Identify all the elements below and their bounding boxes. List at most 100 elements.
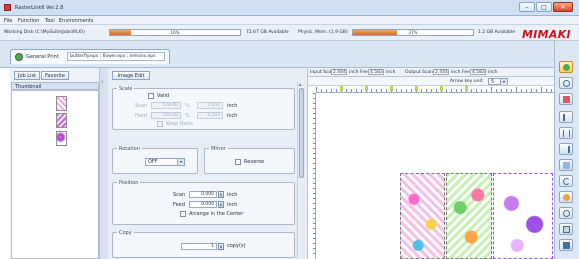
rotation-select[interactable]: OFF ▾ bbox=[145, 158, 185, 166]
ruler-tick bbox=[381, 89, 382, 92]
ruler-tick bbox=[446, 89, 447, 92]
keep-ratio-checkbox[interactable] bbox=[157, 121, 163, 127]
chevron-down-icon[interactable]: ▾ bbox=[500, 79, 507, 85]
align-center-button[interactable] bbox=[559, 127, 573, 139]
layout-tool-button[interactable] bbox=[559, 223, 573, 235]
valid-label: Valid bbox=[157, 93, 170, 99]
vertical-ruler bbox=[308, 93, 316, 259]
menu-function[interactable]: Function bbox=[18, 18, 39, 24]
status-bar: Working Disk (C:\MySuite\Jobs\RL6\) 16% … bbox=[0, 25, 579, 41]
copy-count-field[interactable]: 1 bbox=[181, 243, 217, 250]
image-tile-flower[interactable] bbox=[446, 173, 492, 259]
right-toolbar bbox=[554, 41, 579, 259]
output-feed-value: 4.583 bbox=[470, 69, 486, 75]
ruler-tick bbox=[516, 87, 517, 92]
target-tool-button[interactable] bbox=[559, 207, 573, 219]
select-tool-button[interactable] bbox=[559, 61, 573, 73]
window-title: RasterLink6 Ver.2.8 bbox=[15, 5, 64, 11]
ruler-tick bbox=[431, 89, 432, 92]
scale-scan-pct: % bbox=[185, 103, 190, 109]
chevron-right-icon[interactable]: › bbox=[101, 78, 104, 86]
rotate-button[interactable] bbox=[559, 175, 573, 187]
ruler-tick bbox=[541, 87, 542, 92]
ruler-marker bbox=[440, 86, 443, 91]
thumbnail-list[interactable] bbox=[11, 90, 99, 259]
settings-tool-button[interactable] bbox=[559, 239, 573, 251]
ruler-tick bbox=[321, 89, 322, 92]
ruler-tick bbox=[511, 89, 512, 92]
image-tile-lemons[interactable] bbox=[493, 173, 553, 259]
horizontal-ruler bbox=[316, 86, 554, 93]
align-right-button[interactable] bbox=[559, 143, 573, 155]
thumbnail-lemons[interactable] bbox=[56, 131, 67, 146]
menu-tool[interactable]: Tool bbox=[45, 18, 55, 24]
image-edit-panel: Image Edit Scale Valid Scan 100.00 % 2.4… bbox=[108, 68, 308, 259]
arrange-button[interactable] bbox=[559, 159, 573, 171]
chevron-down-icon[interactable]: ▾ bbox=[177, 159, 184, 165]
arrange-center-checkbox[interactable] bbox=[180, 211, 186, 217]
mirror-group: Mirror Reverse bbox=[204, 146, 295, 174]
panel-splitter[interactable]: › bbox=[100, 68, 108, 259]
close-button[interactable]: ✕ bbox=[553, 2, 573, 12]
thumbnail-flower[interactable] bbox=[56, 113, 67, 128]
ruler-marker bbox=[465, 86, 468, 91]
copy-count-stepper[interactable]: ⬍ bbox=[218, 243, 224, 250]
scale-feed-field[interactable]: 100.00 bbox=[151, 112, 181, 119]
minimize-icon: – bbox=[525, 4, 529, 11]
minimize-button[interactable]: – bbox=[519, 2, 535, 12]
position-scan-field[interactable]: 0.000 bbox=[189, 191, 217, 198]
image-edit-scrollbar[interactable]: ▴ bbox=[297, 82, 305, 259]
ruler-marker bbox=[415, 86, 418, 91]
menu-file[interactable]: File bbox=[4, 18, 12, 24]
scale-scan-field[interactable]: 100.00 bbox=[151, 102, 181, 109]
position-feed-label: Feed bbox=[173, 202, 185, 208]
tab-job-list[interactable]: Job List bbox=[14, 71, 40, 80]
output-scan-value: 2.444 bbox=[433, 69, 449, 75]
maximize-icon: □ bbox=[541, 4, 547, 11]
tab-general-print[interactable]: General Print butterfly.eps ; flower.eps… bbox=[10, 49, 170, 64]
rotation-value: OFF bbox=[148, 159, 158, 165]
scroll-thumb[interactable] bbox=[299, 88, 304, 178]
align-left-icon bbox=[563, 114, 570, 121]
scale-scan-label: Scan bbox=[135, 103, 148, 109]
valid-checkbox[interactable] bbox=[148, 93, 154, 99]
scale-feed-inch-field[interactable]: 4.583 bbox=[197, 112, 223, 119]
ruler-tick bbox=[486, 89, 487, 92]
color-tool-button[interactable] bbox=[559, 191, 573, 203]
fit-icon bbox=[563, 96, 570, 103]
copy-group: Copy 1 ⬍ copy(s) bbox=[112, 230, 295, 258]
tab-image-edit[interactable]: Image Edit bbox=[112, 71, 150, 80]
position-feed-stepper[interactable]: ⬍ bbox=[218, 201, 224, 208]
preview-area: Input Scan 2.444 inch Feed 4.583 inch Ou… bbox=[308, 68, 554, 259]
copy-caption: Copy bbox=[117, 230, 134, 236]
reverse-checkbox[interactable] bbox=[235, 159, 241, 165]
tab-favorite[interactable]: Favorite bbox=[41, 71, 69, 80]
ruler-tick bbox=[376, 89, 377, 92]
position-feed-unit: inch bbox=[227, 202, 238, 208]
zoom-tool-button[interactable] bbox=[559, 77, 573, 89]
layout-canvas[interactable] bbox=[316, 93, 554, 259]
align-left-button[interactable] bbox=[559, 111, 573, 123]
ruler-tick bbox=[496, 89, 497, 92]
menu-environments[interactable]: Environments bbox=[59, 18, 94, 24]
position-scan-stepper[interactable]: ⬍ bbox=[218, 191, 224, 198]
document-tab-strip: General Print butterfly.eps ; flower.eps… bbox=[0, 41, 579, 68]
target-icon bbox=[563, 210, 570, 217]
mirror-caption: Mirror bbox=[209, 146, 228, 152]
output-scan-label: Output Scan bbox=[405, 70, 434, 75]
maximize-button[interactable]: □ bbox=[536, 2, 552, 12]
ruler-tick bbox=[336, 89, 337, 92]
working-disk-label: Working Disk (C:\MySuite\Jobs\RL6\) bbox=[4, 30, 85, 35]
scale-scan-inch-field[interactable]: 2.444 bbox=[197, 102, 223, 109]
input-feed-value: 4.583 bbox=[368, 69, 384, 75]
arrow-key-select[interactable]: 5 ▾ bbox=[488, 78, 508, 85]
ruler-tick bbox=[476, 89, 477, 92]
layout-icon bbox=[563, 226, 570, 233]
ruler-tick bbox=[371, 89, 372, 92]
fit-tool-button[interactable] bbox=[559, 93, 573, 105]
image-tile-butterfly[interactable] bbox=[400, 173, 445, 259]
thumbnail-butterfly[interactable] bbox=[56, 96, 67, 111]
ruler-marker bbox=[365, 86, 368, 91]
position-feed-field[interactable]: 0.000 bbox=[189, 201, 217, 208]
color-icon bbox=[563, 194, 570, 201]
